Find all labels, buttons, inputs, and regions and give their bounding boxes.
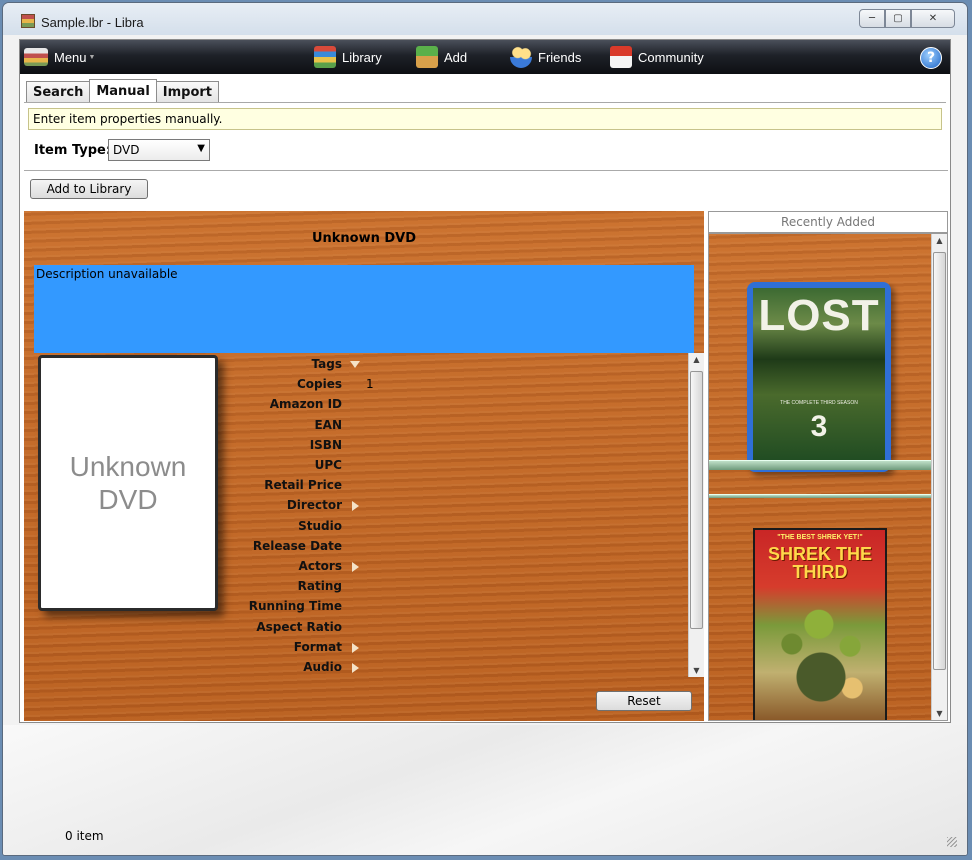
menu-button[interactable]: Menu ▼	[24, 40, 95, 74]
recently-added-panel: LOST THE COMPLETE THIRD SEASON 3 "THE BE…	[708, 233, 948, 721]
lost-season-number: 3	[810, 410, 828, 443]
chevron-down-icon: ▼	[197, 143, 205, 154]
footer-background	[3, 725, 967, 855]
item-type-label: Item Type:	[34, 143, 112, 158]
recent-item-shrek[interactable]: "THE BEST SHREK YET!" SHREK THE THIRD	[753, 528, 887, 720]
shrek-tagline: "THE BEST SHREK YET!"	[777, 534, 863, 541]
field-label-retail-price: Retail Price	[264, 478, 342, 492]
minimize-icon: ─	[868, 13, 876, 24]
scroll-thumb[interactable]	[933, 252, 946, 670]
expand-arrow-icon[interactable]	[352, 643, 359, 653]
toolbar-community-label: Community	[638, 49, 704, 65]
field-label-amazon-id: Amazon ID	[269, 397, 342, 411]
item-type-value: DVD	[113, 143, 140, 157]
maximize-icon: ▢	[893, 13, 903, 24]
app-window: Sample.lbr - Libra ─ ▢ ✕ Menu ▼ Library …	[2, 2, 968, 856]
item-detail-panel: Unknown DVD Description unavailable Unkn…	[24, 211, 704, 721]
recent-item-lost[interactable]: LOST THE COMPLETE THIRD SEASON 3	[747, 282, 891, 472]
field-label-rating: Rating	[297, 579, 342, 593]
toolbar-library-label: Library	[342, 49, 382, 65]
help-button[interactable]: ?	[920, 47, 942, 69]
scroll-thumb[interactable]	[690, 371, 703, 629]
action-bar	[24, 170, 948, 210]
scroll-down-icon[interactable]: ▼	[689, 666, 704, 675]
menu-icon	[24, 48, 48, 66]
expand-arrow-icon[interactable]	[352, 663, 359, 673]
shelf-edge	[709, 494, 931, 498]
scroll-down-icon[interactable]: ▼	[932, 709, 947, 718]
main-toolbar: Menu ▼ Library Add Friends Community ?	[20, 40, 950, 74]
field-label-copies: Copies	[296, 377, 342, 391]
client-area: Menu ▼ Library Add Friends Community ? S…	[19, 39, 951, 723]
resize-grip-icon[interactable]	[947, 837, 957, 847]
item-title: Unknown DVD	[311, 231, 417, 246]
field-label-director: Director	[286, 498, 342, 512]
recent-scrollbar[interactable]: ▲ ▼	[931, 234, 947, 720]
tab-bar: Search Manual Import	[26, 79, 220, 103]
field-label-aspect-ratio: Aspect Ratio	[256, 620, 342, 634]
shrek-cover-art	[769, 600, 873, 710]
expand-arrow-icon[interactable]	[352, 501, 359, 511]
add-to-library-button[interactable]: Add to Library	[30, 179, 148, 199]
toolbar-library[interactable]: Library	[314, 40, 382, 74]
info-message: Enter item properties manually.	[28, 108, 942, 130]
toolbar-community[interactable]: Community	[610, 40, 704, 74]
scroll-up-icon[interactable]: ▲	[932, 236, 947, 245]
field-label-tags: Tags	[311, 357, 342, 371]
shrek-title: SHREK THE THIRD	[767, 544, 872, 582]
menu-dropdown-icon: ▼	[88, 53, 96, 61]
close-button[interactable]: ✕	[911, 9, 955, 28]
tab-manual[interactable]: Manual	[89, 79, 157, 103]
field-value-copies[interactable]: 1	[366, 377, 374, 391]
close-icon: ✕	[928, 13, 938, 24]
tab-search[interactable]: Search	[26, 81, 91, 103]
description-field[interactable]: Description unavailable	[34, 265, 694, 353]
field-label-actors: Actors	[298, 559, 342, 573]
item-type-select[interactable]: DVD ▼	[108, 139, 210, 161]
collapse-arrow-icon[interactable]	[350, 361, 360, 368]
toolbar-friends[interactable]: Friends	[510, 40, 581, 74]
toolbar-friends-label: Friends	[538, 49, 582, 65]
tab-import[interactable]: Import	[155, 81, 220, 103]
lost-title: LOST	[758, 291, 880, 340]
field-label-upc: UPC	[314, 458, 342, 472]
field-label-format: Format	[293, 640, 342, 654]
menu-label: Menu	[54, 49, 87, 65]
field-label-audio: Audio	[303, 660, 342, 674]
window-controls: ─ ▢ ✕	[859, 9, 955, 28]
lost-cover-art: LOST THE COMPLETE THIRD SEASON 3	[753, 288, 885, 466]
maximize-button[interactable]: ▢	[885, 9, 911, 28]
field-label-ean: EAN	[314, 418, 342, 432]
status-item-count: 0 item	[65, 829, 104, 843]
toolbar-add-label: Add	[444, 49, 468, 65]
field-label-running-time: Running Time	[248, 599, 342, 613]
tab-divider	[24, 102, 946, 103]
reset-button[interactable]: Reset	[596, 691, 692, 711]
lost-subtitle: THE COMPLETE THIRD SEASON	[780, 400, 858, 406]
friends-icon	[510, 46, 532, 68]
minimize-button[interactable]: ─	[859, 9, 885, 28]
shelf	[709, 460, 931, 470]
help-icon: ?	[926, 50, 936, 66]
expand-arrow-icon[interactable]	[352, 562, 359, 572]
house-icon	[610, 46, 632, 68]
field-label-isbn: ISBN	[309, 438, 342, 452]
scroll-up-icon[interactable]: ▲	[689, 355, 704, 364]
field-label-release-date: Release Date	[252, 539, 342, 553]
books-icon	[314, 46, 336, 68]
recently-added-header: Recently Added	[708, 211, 948, 233]
field-label-studio: Studio	[298, 519, 342, 533]
window-title: Sample.lbr - Libra	[41, 15, 144, 30]
toolbar-add[interactable]: Add	[416, 40, 467, 74]
title-bar[interactable]: Sample.lbr - Libra ─ ▢ ✕	[3, 3, 967, 35]
properties-scrollbar[interactable]: ▲ ▼	[688, 353, 704, 677]
add-download-icon	[416, 46, 438, 68]
app-icon	[21, 14, 35, 28]
